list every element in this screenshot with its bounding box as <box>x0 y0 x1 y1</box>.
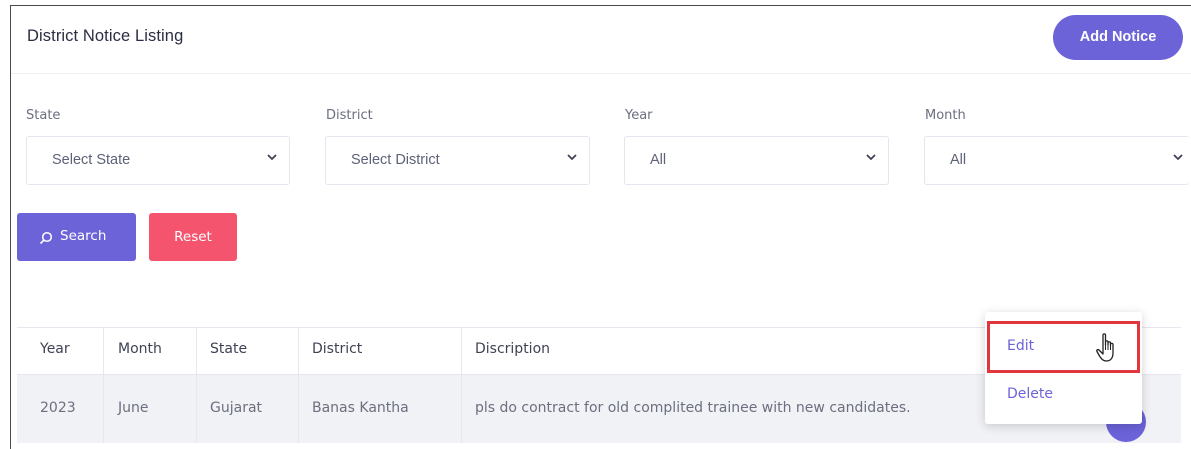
month-select-value: All <box>950 152 967 168</box>
column-header-month[interactable]: Month <box>118 341 162 357</box>
column-header-district[interactable]: District <box>312 341 362 357</box>
year-label: Year <box>625 108 653 123</box>
year-select[interactable]: All <box>624 136 889 185</box>
column-header-description[interactable]: Discription <box>475 341 550 357</box>
district-select-value: Select District <box>351 152 440 168</box>
column-header-year[interactable]: Year <box>40 341 70 357</box>
search-button[interactable]: Search <box>17 213 136 261</box>
card-header: District Notice Listing Add Notice <box>11 6 1191 74</box>
state-select[interactable]: Select State <box>26 136 290 185</box>
row-action-menu: Edit Delete <box>985 312 1142 424</box>
add-notice-button[interactable]: Add Notice <box>1053 15 1183 60</box>
cell-year: 2023 <box>40 400 76 416</box>
month-label: Month <box>925 108 966 123</box>
page-title: District Notice Listing <box>27 27 184 45</box>
district-select[interactable]: Select District <box>325 136 590 185</box>
search-icon <box>39 230 53 245</box>
delete-menu-item[interactable]: Delete <box>1007 386 1053 402</box>
district-label: District <box>326 108 373 123</box>
cell-description: pls do contract for old complited traine… <box>475 400 911 416</box>
search-button-label: Search <box>60 228 107 244</box>
state-label: State <box>26 108 61 123</box>
chevron-down-icon <box>864 150 878 164</box>
column-header-state[interactable]: State <box>210 341 247 357</box>
state-select-value: Select State <box>52 152 131 168</box>
cell-state: Gujarat <box>210 400 263 416</box>
column-divider <box>461 327 462 443</box>
year-select-value: All <box>650 152 667 168</box>
cell-month: June <box>118 400 149 416</box>
chevron-down-icon <box>265 150 279 164</box>
chevron-down-icon <box>1171 150 1185 164</box>
edit-menu-label: Edit <box>1007 338 1035 354</box>
month-select[interactable]: All <box>924 136 1189 185</box>
hand-pointer-icon <box>1095 332 1121 364</box>
column-divider <box>298 327 299 443</box>
chevron-down-icon <box>565 150 579 164</box>
reset-button[interactable]: Reset <box>149 213 237 261</box>
cell-district: Banas Kantha <box>312 400 409 416</box>
column-divider <box>196 327 197 443</box>
column-divider <box>103 327 104 443</box>
